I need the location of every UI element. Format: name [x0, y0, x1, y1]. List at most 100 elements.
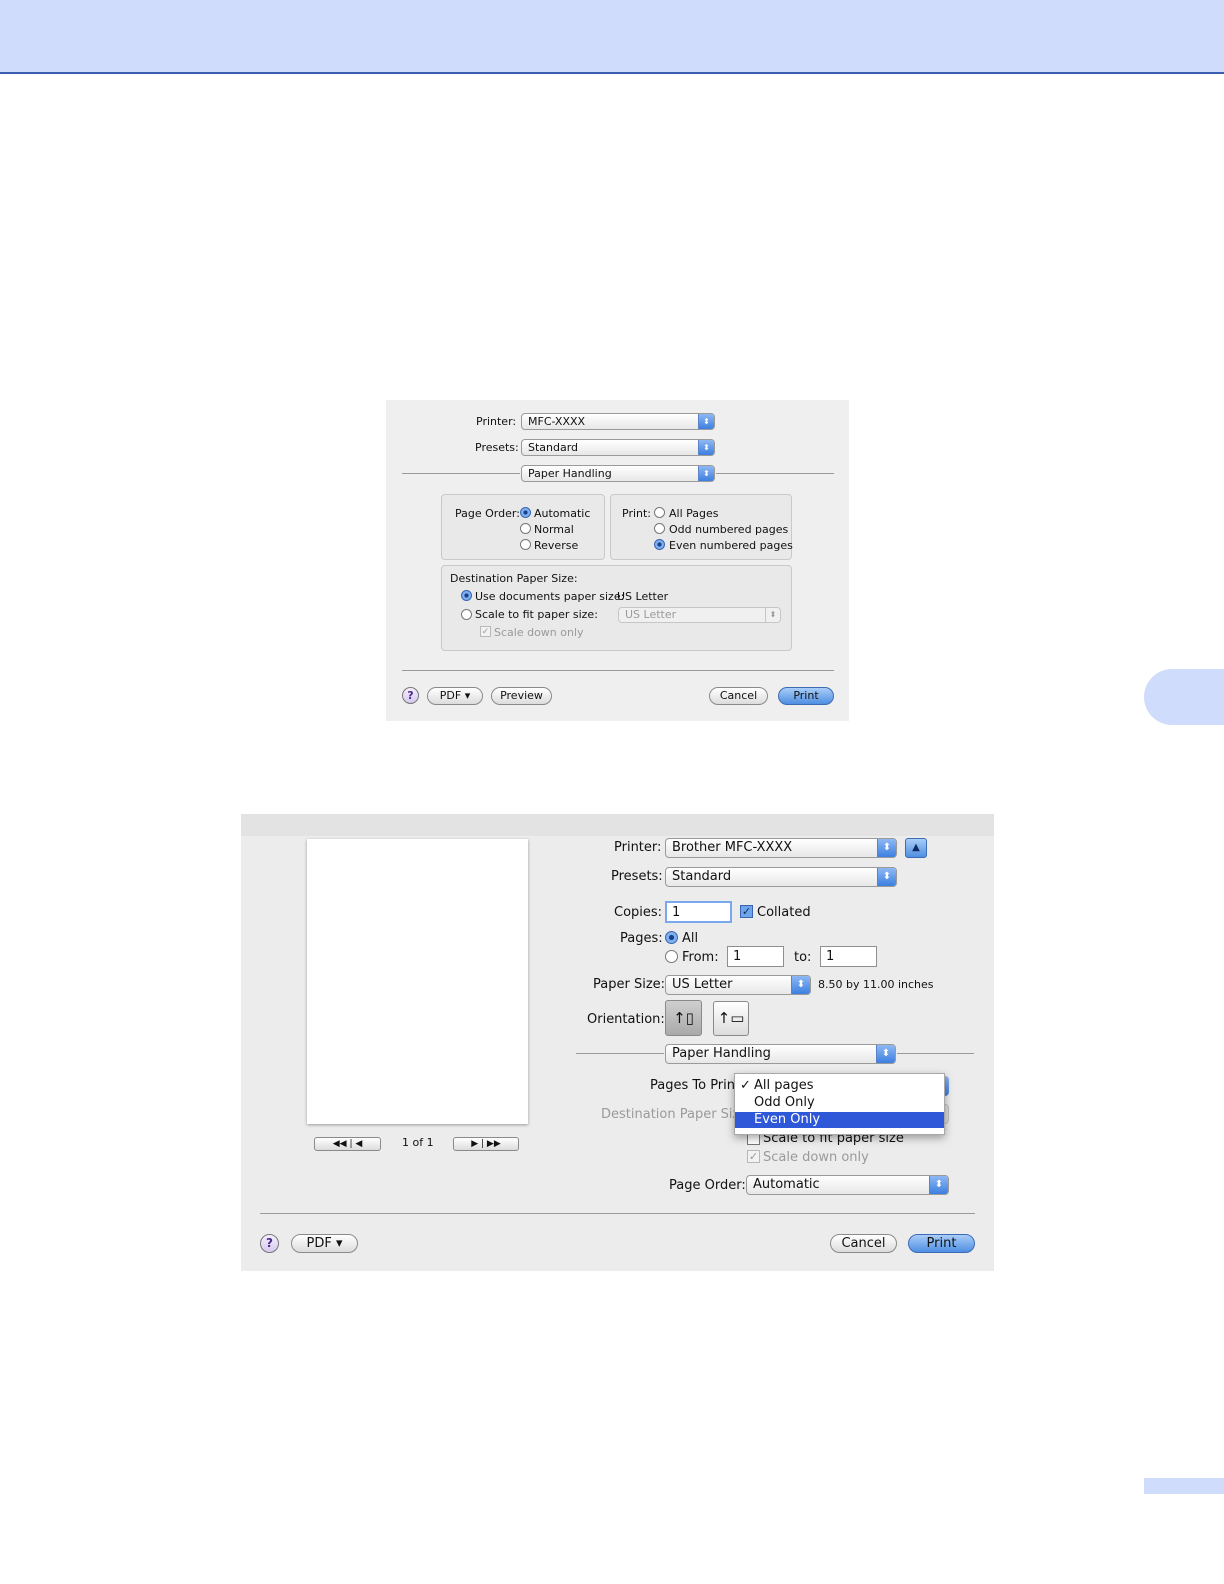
paper-size-value: US Letter [672, 977, 733, 992]
pages-from-input[interactable]: 1 [727, 946, 784, 967]
collated-label: Collated [757, 905, 811, 920]
menu-item-label: Even Only [754, 1112, 821, 1127]
presets-value: Standard [672, 869, 732, 884]
page-order-automatic-radio[interactable] [520, 507, 531, 518]
print-label: Print: [622, 507, 652, 520]
print-all-pages-label: All Pages [669, 507, 719, 520]
print-all-pages-radio[interactable] [654, 507, 665, 518]
pages-to-print-menu: ✓ All pages Odd Only Even Only [734, 1073, 945, 1135]
presets-popup[interactable]: Standard ⬍ [665, 867, 897, 887]
page-order-normal-radio[interactable] [520, 523, 531, 534]
paper-dimensions: 8.50 by 11.00 inches [818, 978, 934, 991]
chapter-tab [1144, 669, 1224, 725]
destination-label: Destination Paper Size [601, 1107, 748, 1122]
page-preview [307, 839, 528, 1124]
printer-popup[interactable]: MFC-XXXX ⬍ [521, 413, 715, 430]
pages-from-label: From: [682, 950, 719, 965]
menu-item-label: All pages [754, 1078, 814, 1093]
popup-arrows-icon: ⬍ [877, 839, 896, 857]
page-order-reverse-label: Reverse [534, 539, 579, 552]
scale-down-only-label: Scale down only [763, 1150, 869, 1165]
help-icon[interactable]: ? [402, 687, 419, 704]
first-prev-page-buttons[interactable]: ◀◀ | ◀ [314, 1137, 381, 1151]
pages-from-radio[interactable] [665, 950, 678, 963]
page-order-value: Automatic [753, 1177, 820, 1192]
preview-button[interactable]: Preview [491, 687, 552, 705]
print-odd-pages-radio[interactable] [654, 523, 665, 534]
print-button[interactable]: Print [778, 687, 834, 705]
background-toolbar [241, 814, 994, 836]
portrait-orientation-button[interactable]: ↑▯ [665, 1000, 702, 1036]
paper-size-label: Paper Size: [593, 977, 666, 992]
scale-to-fit-label: Scale to fit paper size: [475, 608, 598, 621]
portrait-icon: ↑▯ [673, 1009, 694, 1027]
page-order-normal-label: Normal [534, 523, 574, 536]
section-value: Paper Handling [528, 467, 612, 480]
page-order-reverse-radio[interactable] [520, 539, 531, 550]
next-last-page-buttons[interactable]: ▶ | ▶▶ [453, 1137, 519, 1151]
printer-value: MFC-XXXX [528, 415, 586, 428]
presets-label: Presets: [611, 869, 663, 884]
popup-arrows-icon: ⬍ [698, 440, 714, 455]
section-divider-left [576, 1053, 664, 1054]
cancel-button[interactable]: Cancel [830, 1234, 897, 1253]
popup-arrows-icon: ⬍ [698, 466, 714, 481]
scale-down-only-checkbox[interactable]: ✓ [480, 626, 491, 637]
print-dialog-paper-handling: Printer: MFC-XXXX ⬍ Presets: Standard ⬍ … [386, 400, 849, 721]
menu-item-even-only[interactable]: Even Only [735, 1112, 944, 1128]
popup-arrows-icon: ⬍ [765, 608, 780, 622]
scale-to-fit-radio[interactable] [461, 609, 472, 620]
page-order-popup[interactable]: Automatic ⬍ [746, 1175, 949, 1195]
scale-down-only-label: Scale down only [494, 626, 584, 639]
pages-to-label: to: [794, 950, 812, 965]
print-button[interactable]: Print [908, 1234, 975, 1253]
help-icon[interactable]: ? [260, 1234, 279, 1253]
footer-divider [402, 670, 834, 671]
scale-paper-popup[interactable]: US Letter ⬍ [618, 607, 781, 623]
pages-to-print-label: Pages To Print [650, 1078, 741, 1093]
use-docs-size-value: US Letter [617, 590, 669, 603]
destination-title: Destination Paper Size: [450, 572, 578, 585]
section-value: Paper Handling [672, 1046, 771, 1061]
print-dialog-expanded: ◀◀ | ◀ 1 of 1 ▶ | ▶▶ Printer: Brother MF… [241, 814, 994, 1271]
menu-item-all-pages[interactable]: ✓ All pages [735, 1077, 944, 1094]
footer-divider [260, 1213, 975, 1214]
pdf-button[interactable]: PDF ▾ [291, 1234, 358, 1253]
pdf-button[interactable]: PDF ▾ [427, 687, 483, 705]
pages-all-radio[interactable] [665, 931, 678, 944]
printer-label: Printer: [476, 415, 517, 428]
scale-paper-value: US Letter [625, 608, 677, 621]
pages-to-input[interactable]: 1 [820, 946, 877, 967]
page-order-label: Page Order: [669, 1178, 746, 1193]
scale-down-only-checkbox[interactable]: ✓ [747, 1150, 760, 1163]
page-order-label: Page Order: [455, 507, 520, 520]
collated-checkbox[interactable]: ✓ [740, 905, 753, 918]
print-even-pages-label: Even numbered pages [669, 539, 793, 552]
popup-arrows-icon: ⬍ [929, 1176, 948, 1194]
print-even-pages-radio[interactable] [654, 539, 665, 550]
page-order-automatic-label: Automatic [534, 507, 591, 520]
presets-popup[interactable]: Standard ⬍ [521, 439, 715, 456]
paper-size-popup[interactable]: US Letter ⬍ [665, 975, 811, 995]
section-divider-right [716, 473, 834, 474]
landscape-icon: ↑▭ [717, 1009, 745, 1027]
popup-arrows-icon: ⬍ [698, 414, 714, 429]
menu-item-odd-only[interactable]: Odd Only [735, 1094, 944, 1111]
disclosure-button[interactable]: ▲ [905, 838, 927, 858]
menu-item-label: Odd Only [754, 1095, 815, 1110]
copies-label: Copies: [614, 905, 663, 920]
orientation-label: Orientation: [587, 1012, 665, 1027]
printer-popup[interactable]: Brother MFC-XXXX ⬍ [665, 838, 897, 858]
cancel-button[interactable]: Cancel [709, 687, 768, 705]
pages-label: Pages: [620, 931, 663, 946]
section-popup[interactable]: Paper Handling ⬍ [665, 1044, 896, 1064]
presets-value: Standard [528, 441, 579, 454]
section-divider-left [402, 473, 520, 474]
section-popup[interactable]: Paper Handling ⬍ [521, 465, 715, 482]
use-docs-size-radio[interactable] [461, 590, 472, 601]
section-divider-right [897, 1053, 974, 1054]
copies-input[interactable]: 1 [665, 901, 732, 923]
page-number-tab [1144, 1478, 1224, 1494]
landscape-orientation-button[interactable]: ↑▭ [713, 1001, 749, 1036]
pages-all-label: All [682, 931, 699, 946]
